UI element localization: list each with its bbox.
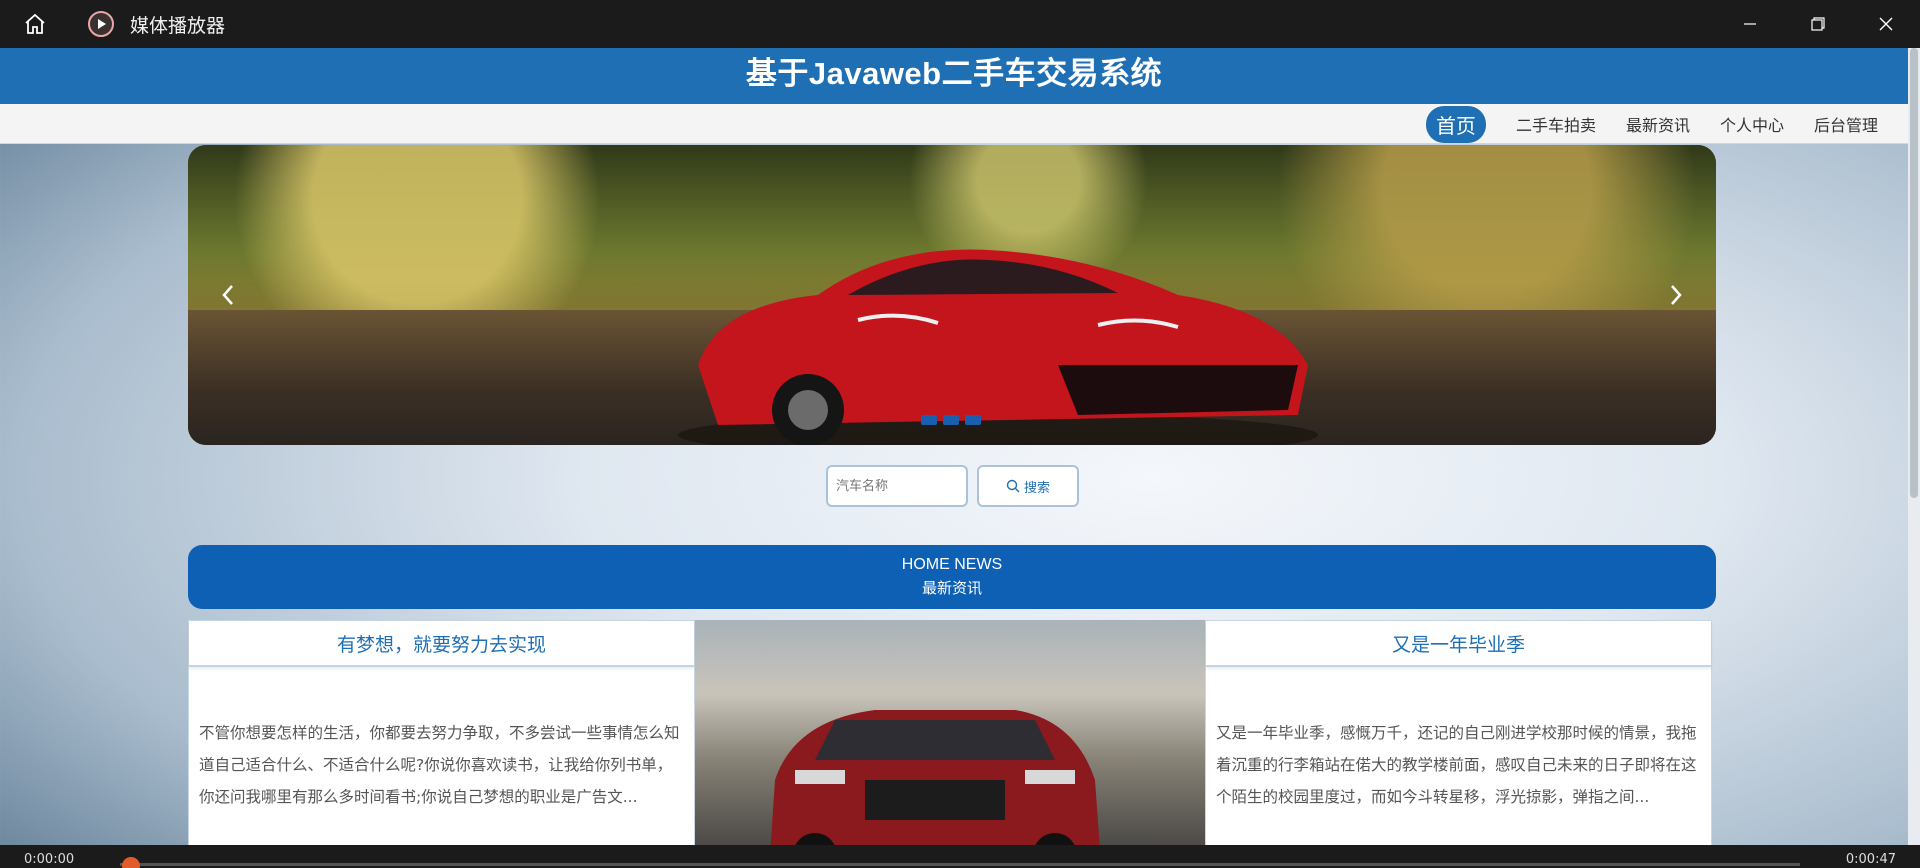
carousel-dot[interactable] <box>921 415 937 425</box>
nav-item-news[interactable]: 最新资讯 <box>1626 108 1690 140</box>
seek-handle[interactable] <box>122 857 140 868</box>
page-scrollbar[interactable] <box>1908 48 1920 845</box>
carousel-car-image <box>678 249 1318 445</box>
nav-item-profile[interactable]: 个人中心 <box>1720 108 1784 140</box>
site-title: 基于Javaweb二手车交易系统 <box>745 56 1163 91</box>
news-card-title[interactable]: 有梦想，就要努力去实现 <box>189 621 694 667</box>
restore-icon[interactable] <box>1784 0 1852 48</box>
scrollbar-thumb[interactable] <box>1910 48 1918 498</box>
seek-bar[interactable] <box>120 863 1800 866</box>
news-suv-image <box>770 710 1100 868</box>
search-icon <box>1006 479 1020 493</box>
search-button-label: 搜索 <box>1023 480 1050 496</box>
news-list: 有梦想，就要努力去实现 不管你想要怎样的生活，你都要去努力争取，不多尝试一些事情… <box>188 620 1716 868</box>
total-time: 0:00:47 <box>1845 852 1896 867</box>
news-image[interactable] <box>695 620 1205 868</box>
app-title: 媒体播放器 <box>130 14 226 37</box>
player-controls: 0:00:00 0:00:47 <box>0 845 1920 868</box>
window-controls <box>1716 0 1920 48</box>
close-icon[interactable] <box>1852 0 1920 48</box>
news-card-excerpt: 又是一年毕业季，感慨万千，还记的自己刚进学校那时候的情景，我拖着沉重的行李箱站在… <box>1216 724 1697 806</box>
news-card[interactable]: 有梦想，就要努力去实现 不管你想要怎样的生活，你都要去努力争取，不多尝试一些事情… <box>188 620 695 868</box>
carousel-dot[interactable] <box>943 415 959 425</box>
news-header-en: HOME NEWS <box>901 556 1003 573</box>
elapsed-time: 0:00:00 <box>24 852 75 867</box>
nav-item-home[interactable]: 首页 <box>1425 105 1486 143</box>
news-card-title[interactable]: 又是一年毕业季 <box>1206 621 1711 667</box>
nav-item-admin[interactable]: 后台管理 <box>1814 108 1878 140</box>
player-titlebar: 媒体播放器 <box>0 0 1920 48</box>
news-card-excerpt: 不管你想要怎样的生活，你都要去努力争取，不多尝试一些事情怎么知道自己适合什么、不… <box>199 724 680 806</box>
news-header-zh: 最新资讯 <box>921 579 982 597</box>
nav-item-auction[interactable]: 二手车拍卖 <box>1516 108 1596 140</box>
search-button[interactable]: 搜索 <box>977 465 1079 507</box>
media-player-icon <box>88 11 114 37</box>
carousel-indicators <box>921 415 981 425</box>
hero-carousel[interactable] <box>188 145 1716 445</box>
site-header: 基于Javaweb二手车交易系统 <box>0 48 1908 104</box>
car-name-search-input[interactable] <box>826 465 968 507</box>
news-section-header: HOME NEWS 最新资讯 <box>188 545 1716 609</box>
main-nav: 首页 二手车拍卖 最新资讯 个人中心 后台管理 <box>0 104 1908 144</box>
home-icon[interactable] <box>0 0 70 48</box>
carousel-dot[interactable] <box>965 415 981 425</box>
news-card[interactable]: 又是一年毕业季 又是一年毕业季，感慨万千，还记的自己刚进学校那时候的情景，我拖着… <box>1205 620 1712 868</box>
minimize-icon[interactable] <box>1716 0 1784 48</box>
chevron-right-icon[interactable] <box>1656 275 1696 315</box>
chevron-left-icon[interactable] <box>208 275 248 315</box>
